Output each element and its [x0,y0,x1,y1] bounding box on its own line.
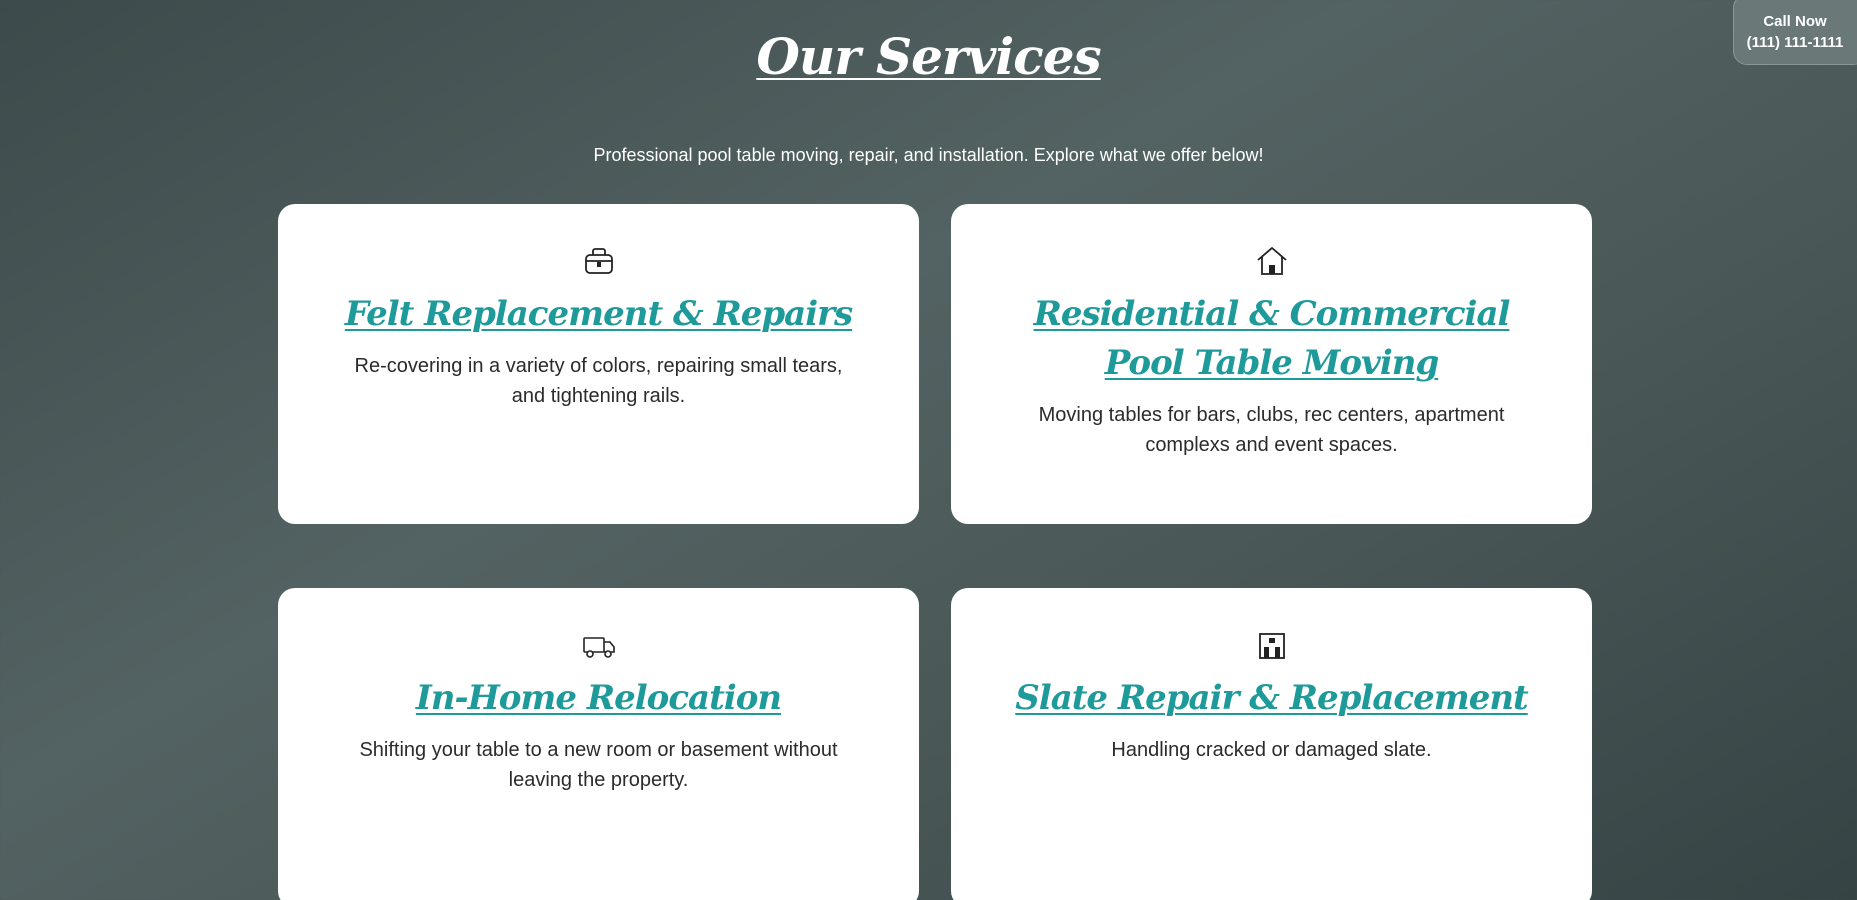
page-subtitle: Professional pool table moving, repair, … [593,145,1264,165]
service-title-relocation[interactable]: In-Home Relocation [338,674,859,723]
service-title-slate[interactable]: Slate Repair & Replacement [1011,674,1532,723]
call-now-label: Call Now [1763,13,1827,30]
toolbox-icon [582,244,616,278]
service-card-relocation: In-Home Relocation Shifting your table t… [278,588,919,900]
house-icon [1255,244,1289,278]
service-card-felt: Felt Replacement & Repairs Re-covering i… [278,204,919,524]
service-description-moving: Moving tables for bars, clubs, rec cente… [1038,404,1505,456]
service-title-felt[interactable]: Felt Replacement & Repairs [338,290,859,339]
call-now-phone: (111) 111-1111 [1746,34,1844,51]
service-description-felt: Re-covering in a variety of colors, repa… [354,355,843,407]
building-icon [1255,628,1289,662]
service-card-slate: Slate Repair & Replacement Handling crac… [951,588,1592,900]
service-title-moving[interactable]: Residential & Commercial Pool Table Movi… [1011,290,1532,388]
service-card-moving: Residential & Commercial Pool Table Movi… [951,204,1592,524]
truck-icon [582,628,616,662]
service-description-slate: Handling cracked or damaged slate. [1111,739,1432,761]
call-now-button[interactable]: Call Now (111) 111-1111 [1733,0,1857,65]
service-description-relocation: Shifting your table to a new room or bas… [359,739,838,791]
page-title: Our Services [756,27,1101,86]
